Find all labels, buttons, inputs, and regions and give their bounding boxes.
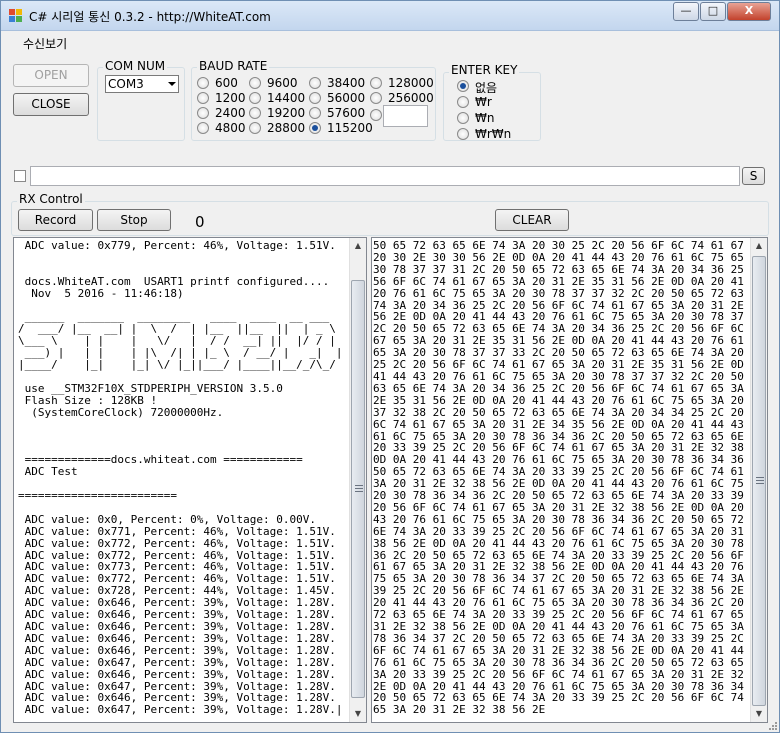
scroll-down-icon[interactable]: ▼: [350, 706, 366, 722]
rx-control-label: RX Control: [17, 192, 85, 206]
stop-button[interactable]: Stop: [97, 209, 171, 231]
close-window-button[interactable]: X: [727, 2, 771, 21]
rx-count: 0: [195, 213, 205, 231]
send-button[interactable]: S: [742, 167, 765, 185]
custom-baud-input[interactable]: [383, 105, 428, 127]
resize-grip-icon[interactable]: [767, 720, 777, 730]
menu-item-receive-view[interactable]: 수신보기: [23, 35, 67, 52]
hex-scrollbar[interactable]: ▲ ▼: [750, 238, 767, 722]
hex-text: 50 65 72 63 65 6E 74 3A 20 30 25 2C 20 5…: [373, 239, 764, 717]
com-num-label: COM NUM: [103, 59, 168, 73]
terminal-text: ADC value: 0x779, Percent: 46%, Voltage:…: [18, 239, 343, 717]
title-bar[interactable]: C# 시리얼 통신 0.3.2 - http://WhiteAT.com — □…: [1, 1, 779, 31]
window-title: C# 시리얼 통신 0.3.2 - http://WhiteAT.com: [29, 10, 271, 24]
scroll-down-icon[interactable]: ▼: [751, 706, 767, 722]
terminal-scrollbar[interactable]: ▲ ▼: [349, 238, 366, 722]
scroll-thumb[interactable]: [351, 280, 365, 698]
app-icon: [9, 9, 23, 23]
clear-button[interactable]: CLEAR: [495, 209, 569, 231]
menu-bar: 수신보기: [1, 31, 779, 53]
record-button[interactable]: Record: [18, 209, 93, 231]
send-checkbox[interactable]: [14, 170, 26, 182]
close-port-button[interactable]: CLOSE: [13, 93, 89, 116]
hex-output[interactable]: 50 65 72 63 65 6E 74 3A 20 30 25 2C 20 5…: [371, 237, 768, 723]
com-port-select[interactable]: COM3: [105, 75, 179, 93]
maximize-button[interactable]: □: [700, 2, 726, 21]
main-window: C# 시리얼 통신 0.3.2 - http://WhiteAT.com — □…: [0, 0, 780, 733]
scroll-thumb[interactable]: [752, 256, 766, 706]
scroll-up-icon[interactable]: ▲: [350, 238, 366, 254]
send-input[interactable]: [30, 166, 740, 186]
baud-rate-label: BAUD RATE: [197, 59, 270, 73]
minimize-button[interactable]: —: [673, 2, 699, 21]
chevron-down-icon[interactable]: [168, 82, 176, 86]
open-button[interactable]: OPEN: [13, 64, 89, 87]
scroll-up-icon[interactable]: ▲: [751, 238, 767, 254]
terminal-output[interactable]: ADC value: 0x779, Percent: 46%, Voltage:…: [13, 237, 367, 723]
enter-key-label: ENTER KEY: [449, 63, 520, 77]
com-port-value: COM3: [108, 77, 144, 91]
